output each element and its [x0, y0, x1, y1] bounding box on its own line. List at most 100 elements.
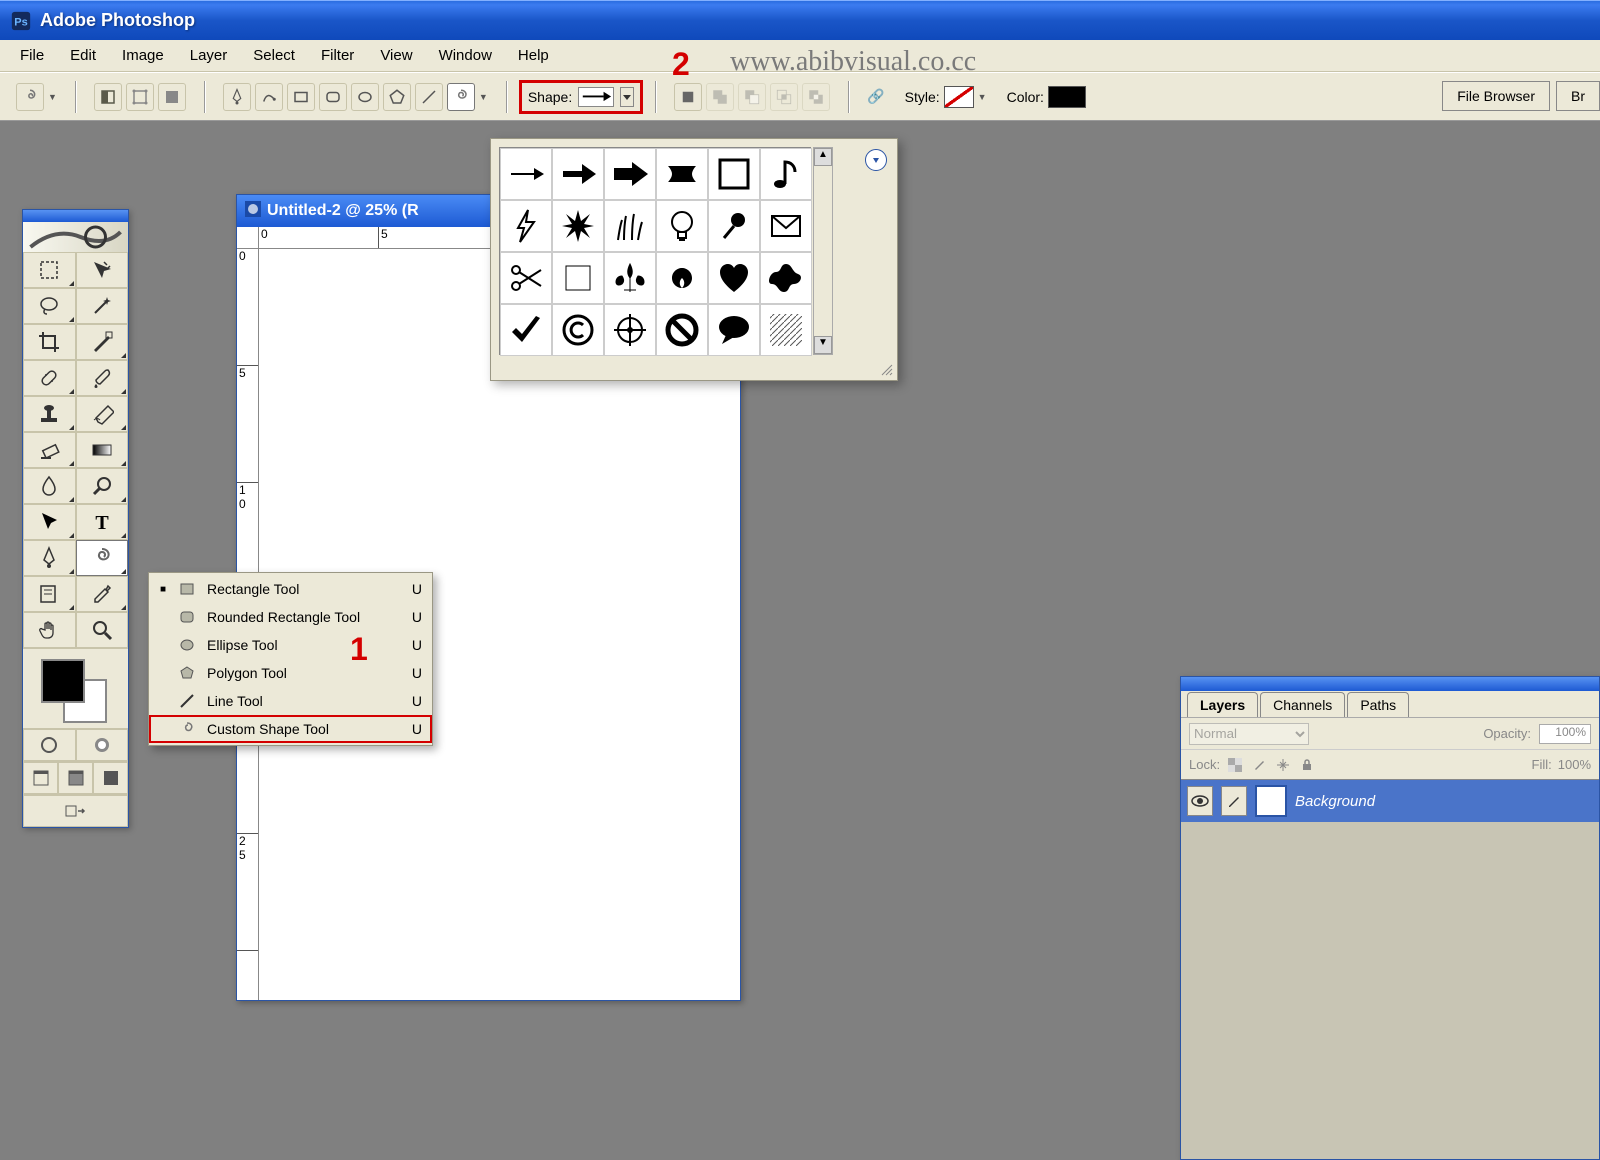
combine-new-icon[interactable] [674, 83, 702, 111]
visibility-icon[interactable] [1187, 786, 1213, 816]
lock-all-icon[interactable] [1298, 756, 1316, 774]
menu-layer[interactable]: Layer [178, 43, 240, 68]
chevron-down-icon[interactable] [620, 87, 634, 107]
gradient-tool-icon[interactable] [76, 432, 129, 468]
menu-image[interactable]: Image [110, 43, 176, 68]
healing-tool-icon[interactable] [23, 360, 76, 396]
slice-tool-icon[interactable] [76, 324, 129, 360]
lock-position-icon[interactable] [1274, 756, 1292, 774]
menu-view[interactable]: View [368, 43, 424, 68]
shape-pushpin[interactable] [708, 200, 760, 252]
rounded-rect-shape-icon[interactable] [319, 83, 347, 111]
shape-blob[interactable] [760, 252, 812, 304]
layer-row-background[interactable]: Background [1181, 780, 1599, 822]
shape-square-outline[interactable] [552, 252, 604, 304]
shape-arrow-med[interactable] [552, 148, 604, 200]
foreground-color[interactable] [41, 659, 85, 703]
panel-menu-icon[interactable] [865, 149, 887, 171]
freeform-pen-icon[interactable] [255, 83, 283, 111]
style-swatch[interactable] [944, 86, 974, 108]
edit-icon[interactable] [1221, 786, 1247, 816]
flyout-ellipse-tool[interactable]: Ellipse Tool U [149, 631, 432, 659]
menu-select[interactable]: Select [241, 43, 307, 68]
lock-image-icon[interactable] [1250, 756, 1268, 774]
scroll-up-icon[interactable]: ▲ [814, 148, 832, 166]
flyout-custom-shape-tool[interactable]: Custom Shape Tool U [149, 715, 432, 743]
shape-checkmark[interactable] [500, 304, 552, 356]
shape-fleur[interactable] [604, 252, 656, 304]
flyout-line-tool[interactable]: Line Tool U [149, 687, 432, 715]
fill-value[interactable]: 100% [1558, 757, 1591, 772]
dropdown-arrow-icon[interactable]: ▼ [479, 92, 488, 102]
shape-heart[interactable] [708, 252, 760, 304]
wand-tool-icon[interactable] [76, 288, 129, 324]
menu-filter[interactable]: Filter [309, 43, 366, 68]
tab-brushes[interactable]: Br [1556, 81, 1600, 111]
standard-mode-icon[interactable] [23, 729, 76, 761]
fill-pixels-icon[interactable] [158, 83, 186, 111]
polygon-shape-icon[interactable] [383, 83, 411, 111]
full-screen-icon[interactable] [93, 762, 128, 794]
hand-tool-icon[interactable] [23, 612, 76, 648]
paths-icon[interactable] [126, 83, 154, 111]
flyout-rounded-rectangle-tool[interactable]: Rounded Rectangle Tool U [149, 603, 432, 631]
shape-bulb[interactable] [656, 200, 708, 252]
custom-shape-tool-icon[interactable] [76, 540, 129, 576]
menu-window[interactable]: Window [427, 43, 504, 68]
lasso-tool-icon[interactable] [23, 288, 76, 324]
tool-preset-icon[interactable] [16, 83, 44, 111]
shape-grid-pattern[interactable] [760, 304, 812, 356]
blur-tool-icon[interactable] [23, 468, 76, 504]
tab-layers[interactable]: Layers [1187, 692, 1258, 717]
menu-file[interactable]: File [8, 43, 56, 68]
shape-grass[interactable] [604, 200, 656, 252]
flyout-rectangle-tool[interactable]: ■ Rectangle Tool U [149, 575, 432, 603]
standard-screen-icon[interactable] [23, 762, 58, 794]
shape-lightning[interactable] [500, 200, 552, 252]
shape-frame[interactable] [708, 148, 760, 200]
full-screen-menu-icon[interactable] [58, 762, 93, 794]
notes-tool-icon[interactable] [23, 576, 76, 612]
shape-layers-icon[interactable] [94, 83, 122, 111]
history-brush-tool-icon[interactable] [76, 396, 129, 432]
zoom-tool-icon[interactable] [76, 612, 129, 648]
combine-intersect-icon[interactable] [770, 83, 798, 111]
brush-tool-icon[interactable] [76, 360, 129, 396]
tab-channels[interactable]: Channels [1260, 692, 1345, 717]
shape-starburst[interactable] [552, 200, 604, 252]
shape-banner[interactable] [656, 148, 708, 200]
line-shape-icon[interactable] [415, 83, 443, 111]
eyedropper-tool-icon[interactable] [76, 576, 129, 612]
jump-to-imageready-icon[interactable] [23, 795, 128, 827]
type-tool-icon[interactable]: T [76, 504, 129, 540]
marquee-tool-icon[interactable] [23, 252, 76, 288]
custom-shape-icon[interactable] [447, 83, 475, 111]
link-icon[interactable]: 🔗 [867, 88, 884, 105]
ellipse-shape-icon[interactable] [351, 83, 379, 111]
combine-subtract-icon[interactable] [738, 83, 766, 111]
blend-mode-select[interactable]: Normal [1189, 723, 1309, 745]
shape-picker-scrollbar[interactable]: ▲ ▼ [813, 147, 833, 355]
dodge-tool-icon[interactable] [76, 468, 129, 504]
layer-thumbnail[interactable] [1255, 785, 1287, 817]
shape-speech-bubble[interactable] [708, 304, 760, 356]
dropdown-arrow-icon[interactable]: ▼ [48, 92, 57, 102]
move-tool-icon[interactable] [76, 252, 129, 288]
scroll-down-icon[interactable]: ▼ [814, 336, 832, 354]
shape-copyright[interactable] [552, 304, 604, 356]
path-select-tool-icon[interactable] [23, 504, 76, 540]
shape-ornament[interactable] [656, 252, 708, 304]
crop-tool-icon[interactable] [23, 324, 76, 360]
rectangle-shape-icon[interactable] [287, 83, 315, 111]
shape-no-sign[interactable] [656, 304, 708, 356]
opacity-value[interactable]: 100% [1539, 724, 1591, 744]
tab-file-browser[interactable]: File Browser [1442, 81, 1550, 111]
pen-icon[interactable] [223, 83, 251, 111]
tab-paths[interactable]: Paths [1347, 692, 1409, 717]
shape-envelope[interactable] [760, 200, 812, 252]
shape-arrow-thin[interactable] [500, 148, 552, 200]
shape-picker-dropdown[interactable]: Shape: [519, 80, 643, 114]
combine-add-icon[interactable] [706, 83, 734, 111]
shape-eighth-note[interactable] [760, 148, 812, 200]
flyout-polygon-tool[interactable]: Polygon Tool U [149, 659, 432, 687]
